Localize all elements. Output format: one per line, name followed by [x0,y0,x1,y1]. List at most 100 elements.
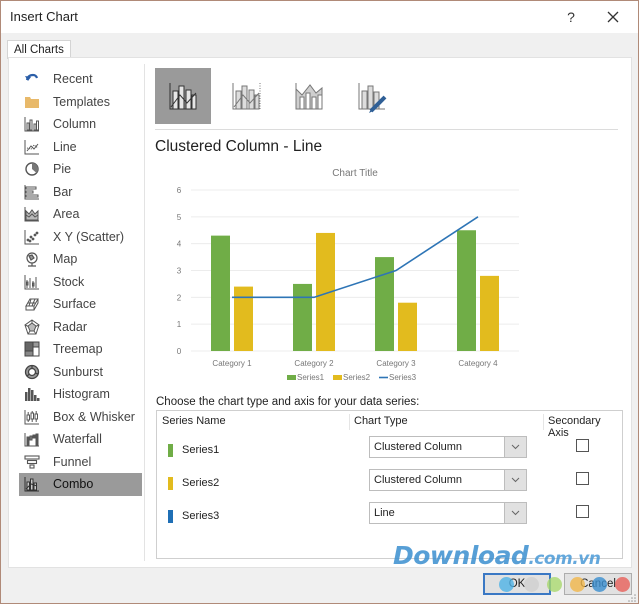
sidebar-item-label: Bar [53,184,73,199]
header-series-name: Series Name [162,415,226,427]
sidebar-item-combo[interactable]: Combo [19,473,142,496]
sidebar-item-waterfall[interactable]: Waterfall [19,428,142,451]
sidebar-item-bar[interactable]: Bar [19,181,142,204]
histogram-chart-icon [23,386,41,402]
legend-swatch [333,375,342,380]
close-icon [607,11,619,23]
sidebar-item-label: Funnel [53,454,92,469]
subtype-clustered-column-line[interactable] [155,68,211,124]
bar-series2 [480,275,499,351]
box-whisker-chart-icon [23,409,41,425]
chart-type-value: Clustered Column [374,474,463,486]
sidebar-divider [144,64,145,561]
y-tick-label: 0 [177,347,182,356]
sidebar-item-sunburst[interactable]: Sunburst [19,361,142,384]
bar-series2 [398,302,417,351]
bar-series1 [375,257,394,351]
subtype-clustered-column-line-secondary[interactable] [218,68,274,124]
scatter-chart-icon [23,229,41,245]
sidebar-item-recent[interactable]: Recent [19,68,142,91]
close-button[interactable] [601,5,625,29]
sidebar-item-area[interactable]: Area [19,203,142,226]
legend-label: Series1 [297,373,325,382]
subtype-stacked-area-column[interactable] [281,68,337,124]
legend-label: Series2 [343,373,371,382]
x-tick-label: Category 3 [376,359,416,368]
series-row: Series3 Line [157,502,622,532]
sidebar-item-label: Surface [53,297,97,312]
y-tick-label: 2 [177,293,182,302]
header-chart-type: Chart Type [354,415,408,427]
sidebar-item-label: Stock [53,274,85,289]
bar-chart-icon [23,184,41,200]
dropdown-button[interactable] [504,470,526,490]
sidebar-item-column[interactable]: Column [19,113,142,136]
sidebar-item-label: Recent [53,72,93,87]
folder-icon [23,94,41,110]
custom-combination-icon [358,83,387,113]
secondary-axis-checkbox[interactable] [576,505,589,518]
sidebar-item-scatter[interactable]: X Y (Scatter) [19,226,142,249]
dialog-footer: OK Cancel [1,569,638,604]
sidebar-item-radar[interactable]: Radar [19,316,142,339]
subtype-custom-combination[interactable] [344,68,400,124]
sidebar-item-templates[interactable]: Templates [19,91,142,114]
bar-series2 [234,286,253,351]
sidebar-item-label: X Y (Scatter) [53,229,125,244]
sidebar-item-funnel[interactable]: Funnel [19,451,142,474]
dialog-title: Insert Chart [10,9,78,24]
y-tick-label: 5 [177,213,182,222]
sidebar-item-stock[interactable]: Stock [19,271,142,294]
dropdown-button[interactable] [504,437,526,457]
chart-type-select[interactable]: Clustered Column [369,469,527,491]
funnel-chart-icon [23,454,41,470]
bar-series1 [211,235,230,351]
sidebar-item-label: Radar [53,319,88,334]
cancel-button[interactable]: Cancel [564,573,632,595]
gallery-divider [155,129,618,130]
stacked-area-column-icon [295,83,323,110]
dropdown-button[interactable] [504,503,526,523]
radar-chart-icon [23,319,41,335]
chart-preview: Chart Title 0 1 2 3 4 5 6 Category 1 Category 2 Ca… [177,168,519,382]
chart-type-select[interactable]: Clustered Column [369,436,527,458]
sidebar-item-map[interactable]: Map [19,248,142,271]
series-row: Series2 Clustered Column [157,469,622,499]
sidebar-item-label: Waterfall [53,432,102,447]
subtype-title: Clustered Column - Line [155,138,323,155]
secondary-axis-checkbox[interactable] [576,472,589,485]
series-color-swatch [168,477,173,490]
ok-button[interactable]: OK [483,573,551,595]
bar-series1 [457,230,476,351]
resize-grip-icon[interactable] [628,594,636,602]
sidebar-item-line[interactable]: Line [19,136,142,159]
series-instruction: Choose the chart type and axis for your … [156,396,420,408]
pie-chart-icon [23,161,41,177]
sidebar-item-pie[interactable]: Pie [19,158,142,181]
y-tick-label: 4 [177,240,182,249]
sidebar-item-box-whisker[interactable]: Box & Whisker [19,406,142,429]
bar-series1 [293,283,312,351]
sidebar-item-label: Sunburst [53,364,104,379]
secondary-axis-checkbox[interactable] [576,439,589,452]
chevron-down-icon [511,477,520,483]
help-button[interactable]: ? [561,5,581,29]
x-tick-label: Category 2 [294,359,334,368]
legend-swatch [287,375,296,380]
tab-strip: All Charts [1,33,638,59]
map-chart-icon [23,251,41,267]
chevron-down-icon [511,510,520,516]
recent-icon [23,71,41,87]
chart-type-value: Line [374,507,395,519]
sidebar-item-surface[interactable]: Surface [19,293,142,316]
sidebar-item-label: Map [53,252,78,267]
surface-chart-icon [23,296,41,312]
treemap-chart-icon [23,341,41,357]
header-separator [543,414,544,430]
sidebar-item-label: Area [53,207,80,222]
sidebar-item-histogram[interactable]: Histogram [19,383,142,406]
header-separator [349,414,350,430]
sidebar-item-treemap[interactable]: Treemap [19,338,142,361]
sidebar-item-label: Combo [53,477,94,492]
chart-type-select[interactable]: Line [369,502,527,524]
